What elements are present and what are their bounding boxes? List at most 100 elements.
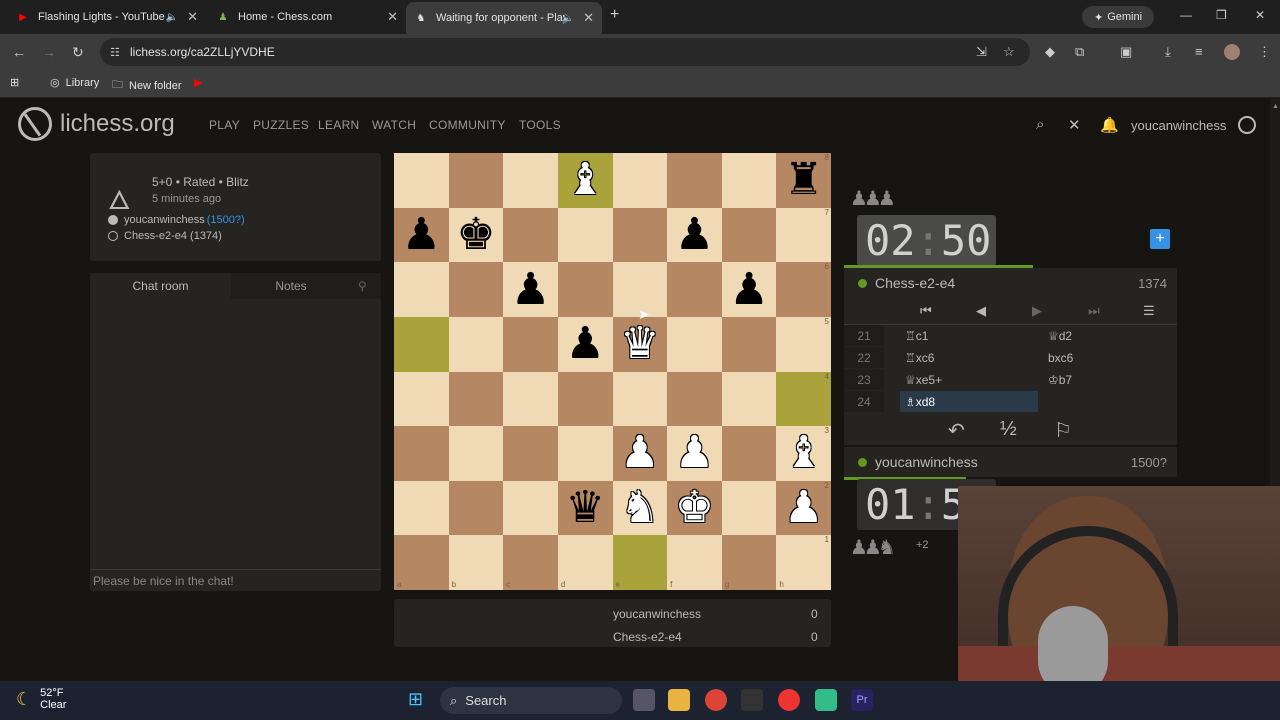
square-a8[interactable]	[394, 153, 449, 208]
square-d6[interactable]	[557, 262, 613, 317]
media-icon[interactable]: ≡	[1195, 44, 1203, 59]
square-h3[interactable]: ♝ 3	[776, 426, 831, 481]
tab-notes[interactable]: Notes	[231, 273, 351, 299]
square-b5[interactable]	[448, 316, 504, 372]
square-c2[interactable]	[503, 480, 558, 536]
square-e3[interactable]: ♟	[612, 426, 668, 481]
takeback-icon[interactable]: ↶	[948, 418, 965, 443]
chessboard[interactable]: ♝ ♜ 8 ♟ ♚ ♟ 7 ♟ ♟ 6 ♟ ♛ 5 4 ♟ ♟ ♝ 3 ♛ ♞ ♚ ♟ 2 a b c d e f g 1 h	[394, 153, 831, 590]
close-icon[interactable]: ✕	[387, 9, 398, 25]
premiere-icon[interactable]: Pr	[851, 689, 873, 711]
black-move[interactable]: bxc6	[1048, 351, 1073, 365]
obs-icon[interactable]	[741, 689, 763, 711]
square-g1[interactable]: g	[721, 535, 777, 590]
last-move-icon[interactable]: ⏭	[1088, 303, 1100, 319]
square-f8[interactable]	[667, 153, 722, 208]
black-pawn-piece[interactable]: ♟	[675, 212, 714, 257]
square-h8[interactable]: ♜ 8	[776, 153, 831, 208]
square-b3[interactable]	[448, 426, 504, 481]
windows-start-icon[interactable]: ⊞	[408, 689, 430, 711]
square-g7[interactable]	[721, 207, 777, 263]
square-f4[interactable]	[667, 371, 722, 427]
scroll-up-icon[interactable]: ▲	[1272, 103, 1279, 110]
square-d8[interactable]: ♝	[557, 153, 613, 208]
black-king-piece[interactable]: ♚	[456, 212, 495, 257]
white-pawn-piece[interactable]: ♟	[620, 431, 659, 475]
white-move[interactable]: ♖c1	[905, 329, 928, 343]
bookmark-star-icon[interactable]: ☆	[1003, 44, 1015, 60]
square-e1[interactable]: e	[612, 535, 668, 590]
close-icon[interactable]: ✕	[1068, 116, 1081, 134]
white-pawn-piece[interactable]: ♟	[784, 486, 823, 530]
menu-icon[interactable]: ☰	[1143, 303, 1155, 319]
tab-chesscom[interactable]: ♟ Home - Chess.com ✕	[208, 4, 406, 30]
square-d1[interactable]: d	[557, 535, 613, 590]
square-f6[interactable]	[667, 262, 722, 317]
square-c4[interactable]	[503, 371, 558, 427]
square-c5[interactable]	[503, 316, 558, 372]
square-d3[interactable]	[557, 426, 613, 481]
tab-youtube[interactable]: ▶ Flashing Lights - YouTube 🔈 ✕	[8, 4, 206, 30]
chrome-icon[interactable]	[705, 689, 727, 711]
apps-icon[interactable]: ⊞	[10, 76, 19, 89]
extension-icon[interactable]: ◆	[1045, 44, 1055, 60]
square-b1[interactable]: b	[448, 535, 504, 590]
opponent-name-bar[interactable]: Chess-e2-e4 1374	[844, 268, 1177, 298]
square-b2[interactable]	[448, 480, 504, 536]
square-b8[interactable]	[448, 153, 504, 208]
square-h1[interactable]: 1h	[776, 535, 831, 590]
profile-avatar[interactable]	[1224, 44, 1240, 60]
nav-community[interactable]: COMMUNITY	[429, 118, 506, 132]
reload-button[interactable]: ↻	[72, 44, 84, 61]
taskbar-search[interactable]: ⌕ Search	[440, 687, 622, 714]
black-pawn-piece[interactable]: ♟	[565, 322, 604, 366]
square-e7[interactable]	[612, 207, 668, 263]
draw-offer-button[interactable]: ½	[1000, 418, 1017, 441]
youtube-bookmark-icon[interactable]: ▶	[194, 76, 202, 89]
square-c8[interactable]	[503, 153, 558, 208]
square-a2[interactable]	[394, 480, 449, 536]
white-bishop-piece[interactable]: ♝	[565, 158, 604, 202]
bell-icon[interactable]: 🔔	[1100, 116, 1119, 134]
speaker-icon[interactable]: 🔈	[562, 13, 574, 24]
bookmark-new-folder[interactable]: 🗀 New folder	[112, 76, 182, 95]
black-move[interactable]: ♕d2	[1048, 329, 1072, 343]
square-g5[interactable]	[721, 316, 777, 372]
square-d7[interactable]	[557, 207, 613, 263]
square-h7[interactable]: 7	[776, 207, 831, 263]
square-a3[interactable]	[394, 426, 449, 481]
square-g3[interactable]	[721, 426, 777, 481]
square-c1[interactable]: c	[503, 535, 558, 590]
white-king-piece[interactable]: ♚	[675, 486, 714, 530]
window-close-button[interactable]: ✕	[1255, 8, 1265, 22]
square-h5[interactable]: 5	[776, 316, 831, 372]
white-move[interactable]: ♕xe5+	[905, 373, 942, 387]
square-b4[interactable]	[448, 371, 504, 427]
app-icon[interactable]	[778, 689, 800, 711]
username-link[interactable]: youcanwinchess	[1131, 118, 1226, 133]
site-info-icon[interactable]: ☷	[110, 46, 120, 59]
square-g2[interactable]	[721, 480, 777, 536]
notepad-icon[interactable]	[815, 689, 837, 711]
square-g8[interactable]	[721, 153, 777, 208]
maximize-button[interactable]: ❐	[1216, 8, 1227, 22]
square-d4[interactable]	[557, 371, 613, 427]
black-move[interactable]: ♔b7	[1048, 373, 1072, 387]
close-icon[interactable]: ✕	[583, 10, 594, 26]
square-e8[interactable]	[612, 153, 668, 208]
nav-puzzles[interactable]: PUZZLES	[253, 118, 309, 132]
chat-input[interactable]: Please be nice in the chat!	[90, 569, 381, 591]
black-player-link[interactable]: Chess-e2-e4 (1374)	[108, 230, 222, 242]
player-name-bar[interactable]: youcanwinchess 1500?	[844, 447, 1177, 477]
lichess-logo[interactable]: lichess.org	[18, 107, 175, 141]
address-bar[interactable]: ☷ lichess.org/ca2ZLLjYVDHE	[100, 38, 1030, 66]
nav-play[interactable]: PLAY	[209, 118, 240, 132]
white-pawn-piece[interactable]: ♟	[675, 431, 714, 475]
square-g6[interactable]: ♟	[721, 262, 777, 317]
resign-flag-icon[interactable]: ⚐	[1054, 418, 1072, 443]
next-move-icon[interactable]: ▶	[1032, 303, 1042, 319]
chat-toggle-icon[interactable]: ⚲	[358, 273, 367, 299]
square-a1[interactable]: a	[394, 535, 449, 590]
square-b6[interactable]	[448, 262, 504, 317]
square-a7[interactable]: ♟	[394, 207, 449, 263]
